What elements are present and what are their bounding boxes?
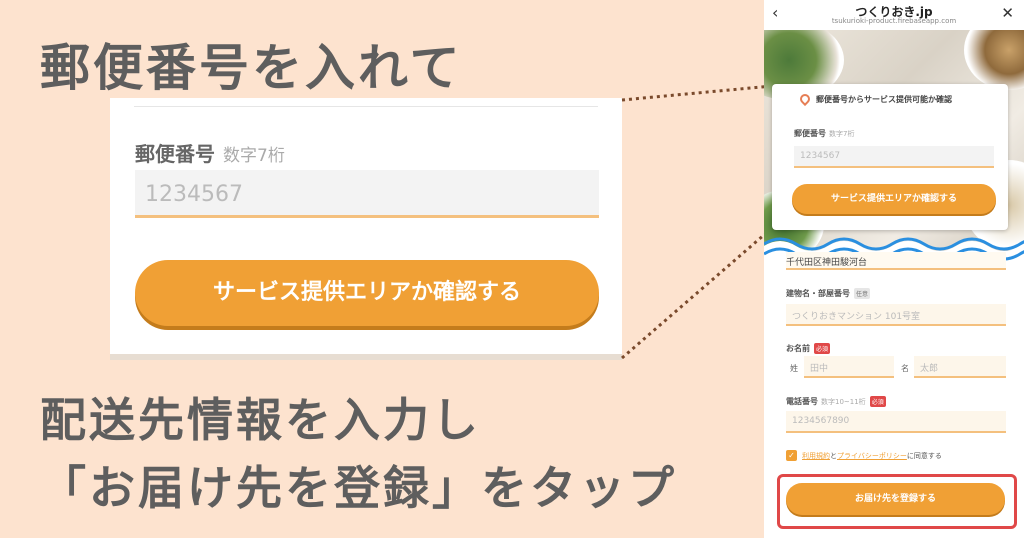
phone-label: 電話番号 数字10~11桁 必須 — [786, 396, 886, 407]
close-icon[interactable]: ✕ — [1001, 4, 1014, 22]
card-title: 郵便番号からサービス提供可能か確認 — [816, 95, 952, 104]
postal-check-card: 郵便番号からサービス提供可能か確認 郵便番号 数字7桁 1234567 サービス提… — [772, 84, 1008, 230]
card-postal-label-text: 郵便番号 — [794, 129, 826, 138]
privacy-policy-link[interactable]: プライバシーポリシー — [837, 452, 907, 460]
register-address-button[interactable]: お届け先を登録する — [786, 483, 1005, 515]
card-postal-label: 郵便番号 数字7桁 — [794, 128, 854, 139]
building-label-text: 建物名・部屋番号 — [786, 289, 850, 298]
step1-heading: 郵便番号を入れて — [40, 39, 463, 97]
first-name-input[interactable]: 太郎 — [914, 356, 1006, 378]
postal-code-input[interactable]: 1234567 — [135, 170, 599, 218]
browser-bar: ‹ つくりおき.jp tsukurioki-product.firebaseap… — [764, 0, 1024, 30]
required-badge: 必須 — [869, 396, 886, 407]
zoomed-postal-card: 郵便番号 数字7桁 1234567 サービス提供エリアか確認する — [110, 98, 622, 360]
agree-checkbox[interactable]: ✓ — [786, 450, 797, 461]
building-input[interactable]: つくりおきマンション 101号室 — [786, 304, 1006, 326]
optional-badge: 任意 — [854, 288, 871, 299]
page-url: tsukurioki-product.firebaseapp.com — [831, 17, 957, 25]
address-input[interactable]: 千代田区神田駿河台 — [786, 252, 1006, 270]
and-text: と — [830, 452, 837, 460]
phone-label-text: 電話番号 — [786, 397, 818, 406]
building-label: 建物名・部屋番号 任意 — [786, 288, 871, 299]
name-label: お名前 必須 — [786, 343, 831, 354]
step2-heading-line2: 「お届け先を登録」をタップ — [40, 461, 677, 515]
step2-heading-line1: 配送先情報を入力し — [40, 393, 481, 447]
last-name-prefix: 姓 — [790, 364, 798, 373]
card-check-button[interactable]: サービス提供エリアか確認する — [792, 184, 996, 214]
photo-strip — [110, 354, 622, 360]
phone-hint: 数字10~11桁 — [821, 398, 866, 406]
name-label-text: お名前 — [786, 344, 810, 353]
postal-code-hint: 数字7桁 — [223, 146, 285, 166]
first-name-prefix: 名 — [901, 364, 909, 373]
divider — [134, 106, 598, 107]
last-name-input[interactable]: 田中 — [804, 356, 894, 378]
required-badge: 必須 — [814, 343, 831, 354]
postal-code-label: 郵便番号 数字7桁 — [135, 138, 285, 167]
terms-link[interactable]: 利用規約 — [802, 452, 830, 460]
agree-suffix: に同意する — [906, 452, 942, 460]
check-service-area-button[interactable]: サービス提供エリアか確認する — [135, 260, 599, 326]
agree-text: 利用規約とプライバシーポリシーに同意する — [802, 451, 942, 461]
card-postal-hint: 数字7桁 — [829, 130, 855, 138]
phone-input[interactable]: 1234567890 — [786, 411, 1006, 433]
location-pin-icon — [797, 91, 813, 107]
postal-code-label-text: 郵便番号 — [135, 142, 215, 166]
card-postal-input[interactable]: 1234567 — [794, 146, 994, 168]
